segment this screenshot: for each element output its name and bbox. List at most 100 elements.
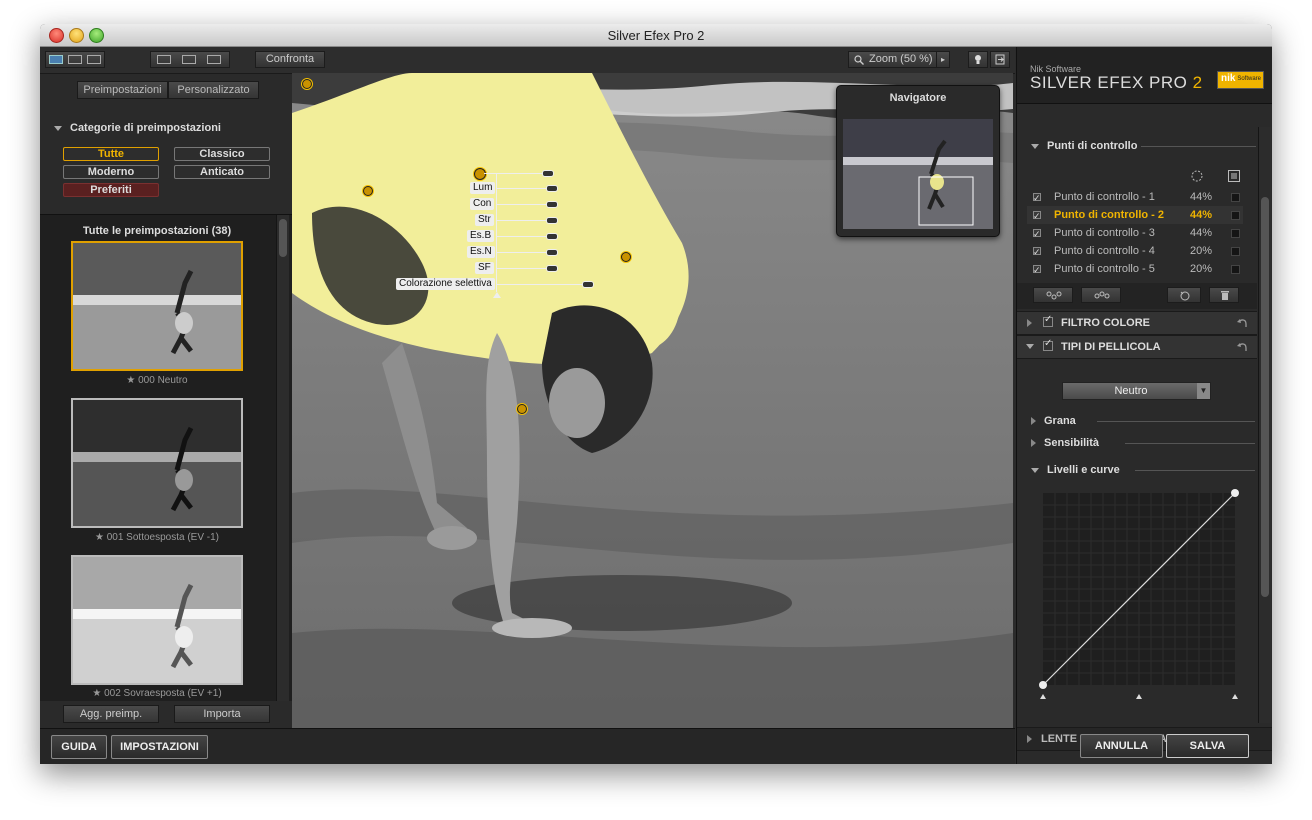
split-vertical-icon[interactable] — [182, 55, 196, 64]
mask-toggle[interactable] — [1231, 229, 1240, 238]
scrollbar-thumb[interactable] — [1261, 197, 1269, 597]
compare-button[interactable]: Confronta — [255, 51, 325, 68]
slider-track[interactable] — [497, 220, 547, 221]
film-type-select[interactable]: Neutro ▼ — [1062, 382, 1211, 400]
control-point-checkbox[interactable] — [1033, 243, 1041, 261]
control-point-row[interactable]: Punto di controllo - 4 20% — [1027, 242, 1243, 261]
preset-thumbnail[interactable] — [71, 241, 243, 371]
control-point[interactable] — [302, 79, 312, 89]
slider-handle[interactable] — [582, 281, 594, 288]
divider — [1141, 146, 1256, 147]
curves-editor[interactable] — [1039, 489, 1239, 701]
group-control-points-button[interactable] — [1081, 287, 1121, 303]
color-filter-checkbox[interactable] — [1043, 314, 1053, 327]
control-point-row[interactable]: Punto di controllo - 5 20% — [1027, 260, 1243, 279]
delete-control-point-button[interactable] — [1209, 287, 1239, 303]
slider-handle[interactable] — [546, 217, 558, 224]
grain-section[interactable]: Grana — [1031, 415, 1076, 427]
preset-image-overexposed — [73, 557, 241, 683]
film-types-checkbox[interactable] — [1043, 338, 1053, 351]
size-slider-track[interactable] — [484, 173, 544, 174]
right-panel-scrollbar[interactable] — [1258, 127, 1271, 723]
preset-image-underexposed — [73, 400, 241, 526]
slider-handle[interactable] — [546, 201, 558, 208]
control-point-checkbox[interactable] — [1033, 189, 1041, 207]
category-vintage[interactable]: Anticato — [174, 165, 270, 179]
zoom-button[interactable]: Zoom (50 %) — [848, 51, 950, 68]
control-point[interactable] — [517, 404, 527, 414]
settings-button[interactable]: IMPOSTAZIONI — [111, 735, 208, 759]
slider-handle[interactable] — [546, 185, 558, 192]
divider — [1135, 470, 1255, 471]
reset-arrow-icon[interactable] — [1237, 342, 1248, 352]
slider-track[interactable] — [497, 252, 547, 253]
slider-track[interactable] — [497, 236, 547, 237]
sensitivity-section[interactable]: Sensibilità — [1031, 437, 1099, 449]
split-view-icon[interactable] — [68, 55, 82, 64]
divider — [1125, 443, 1255, 444]
browser-view-icon[interactable] — [49, 55, 63, 64]
window-title: Silver Efex Pro 2 — [607, 28, 705, 43]
mask-toggle[interactable] — [1231, 265, 1240, 274]
reset-control-point-button[interactable] — [1167, 287, 1201, 303]
show-points-icon[interactable] — [1191, 170, 1203, 182]
control-point-checkbox[interactable] — [1033, 261, 1041, 279]
add-control-point-button[interactable] — [1033, 287, 1073, 303]
zoom-arrow-button[interactable]: ▸ — [936, 51, 950, 68]
add-preset-button[interactable]: Agg. preimp. — [63, 705, 159, 723]
show-mask-icon[interactable] — [1228, 170, 1240, 182]
side-by-side-icon[interactable] — [207, 55, 221, 64]
tab-presets[interactable]: Preimpostazioni — [77, 81, 168, 99]
background-toggle-button[interactable] — [968, 51, 988, 68]
brand-product-name: SILVER EFEX PRO — [1030, 73, 1188, 92]
slider-track[interactable] — [497, 284, 582, 285]
slider-label-contrast: Con — [470, 198, 495, 210]
image-canvas[interactable]: Lum Con Str Es.B Es.N SF Colorazione sel… — [292, 73, 1013, 728]
fullscreen-button[interactable] — [990, 51, 1010, 68]
category-modern[interactable]: Moderno — [63, 165, 159, 179]
save-button[interactable]: SALVA — [1166, 734, 1249, 758]
history-view-icon[interactable] — [87, 55, 101, 64]
slider-handle[interactable] — [546, 233, 558, 240]
category-classic[interactable]: Classico — [174, 147, 270, 161]
category-favorites[interactable]: Preferiti — [63, 183, 159, 197]
control-point-selected[interactable] — [474, 168, 486, 180]
control-points-header[interactable]: Punti di controllo — [1031, 140, 1137, 152]
navigator-preview[interactable] — [843, 119, 993, 229]
control-point-checkbox[interactable] — [1033, 207, 1041, 225]
control-point-row[interactable]: Punto di controllo - 3 44% — [1027, 224, 1243, 243]
mask-toggle[interactable] — [1231, 193, 1240, 202]
slider-track[interactable] — [497, 268, 547, 269]
slider-handle[interactable] — [546, 265, 558, 272]
slider-handle[interactable] — [546, 249, 558, 256]
presets-scrollbar[interactable] — [276, 215, 289, 701]
levels-curves-section[interactable]: Livelli e curve — [1031, 464, 1120, 476]
trash-icon — [1221, 291, 1229, 300]
disclosure-right-icon — [1031, 417, 1036, 426]
reset-arrow-icon[interactable] — [1237, 318, 1248, 328]
color-filter-section[interactable]: FILTRO COLORE — [1017, 311, 1257, 335]
control-point-row-selected[interactable]: Punto di controllo - 2 44% — [1027, 206, 1243, 225]
slider-label-fine-structure: SF — [475, 262, 494, 274]
control-point[interactable] — [621, 252, 631, 262]
size-slider-handle[interactable] — [542, 170, 554, 177]
collapse-sliders-icon[interactable] — [493, 292, 501, 298]
category-all[interactable]: Tutte — [63, 147, 159, 161]
preset-thumbnail[interactable] — [71, 398, 243, 528]
mask-toggle[interactable] — [1231, 247, 1240, 256]
cancel-button[interactable]: ANNULLA — [1080, 734, 1163, 758]
import-button[interactable]: Importa — [174, 705, 270, 723]
control-point-row[interactable]: Punto di controllo - 1 44% — [1027, 188, 1243, 207]
preset-thumbnail[interactable] — [71, 555, 243, 685]
film-types-section[interactable]: TIPI DI PELLICOLA — [1017, 335, 1257, 359]
control-point[interactable] — [363, 186, 373, 196]
mask-toggle[interactable] — [1231, 211, 1240, 220]
categories-header[interactable]: Categorie di preimpostazioni — [54, 122, 221, 134]
scrollbar-thumb[interactable] — [279, 219, 287, 257]
help-button[interactable]: GUIDA — [51, 735, 107, 759]
tab-custom[interactable]: Personalizzato — [168, 81, 259, 99]
control-point-checkbox[interactable] — [1033, 225, 1041, 243]
slider-track[interactable] — [497, 188, 547, 189]
single-view-icon[interactable] — [157, 55, 171, 64]
slider-track[interactable] — [497, 204, 547, 205]
